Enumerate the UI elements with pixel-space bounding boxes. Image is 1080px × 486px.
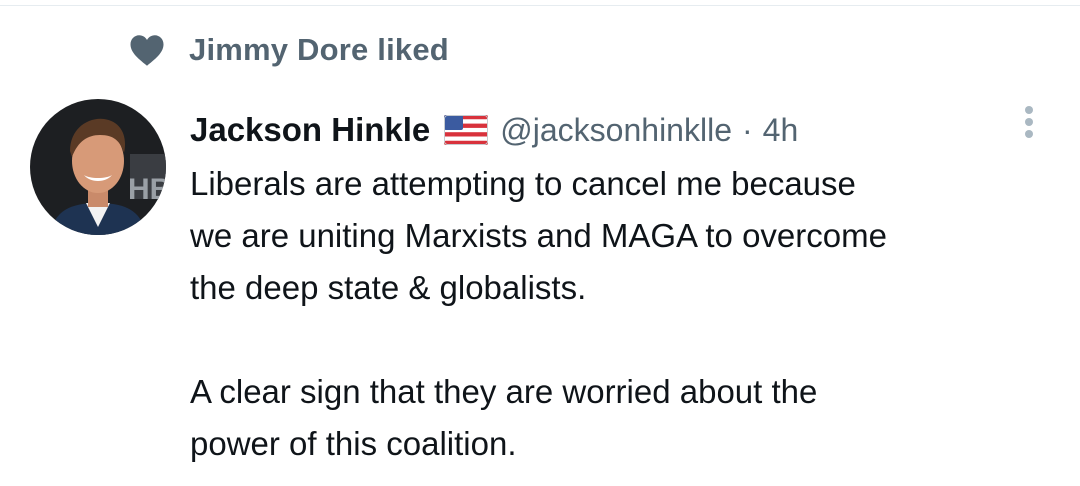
- tweet-line: the deep state & globalists.: [190, 269, 587, 306]
- social-context[interactable]: Jimmy Dore liked: [128, 30, 449, 70]
- more-options-button[interactable]: [1011, 104, 1047, 144]
- top-divider: [0, 5, 1080, 6]
- svg-text:HB: HB: [128, 173, 166, 206]
- social-context-text: Jimmy Dore liked: [189, 32, 449, 67]
- tweet-header: Jackson Hinkle @jacksonhinklle · 4h: [190, 106, 798, 154]
- avatar[interactable]: HB: [30, 99, 166, 235]
- author-handle[interactable]: @jacksonhinklle: [500, 112, 732, 149]
- author-name[interactable]: Jackson Hinkle: [190, 111, 430, 149]
- tweet-line: power of this coalition.: [190, 425, 517, 462]
- tweet-line: Liberals are attempting to cancel me bec…: [190, 165, 856, 202]
- tweet-line: A clear sign that they are worried about…: [190, 373, 818, 410]
- heart-icon: [128, 31, 166, 69]
- tweet-text: Liberals are attempting to cancel me bec…: [190, 158, 1060, 470]
- us-flag-icon: [444, 113, 489, 147]
- tweet-paragraph: Liberals are attempting to cancel me bec…: [190, 158, 1060, 314]
- tweet-line: we are uniting Marxists and MAGA to over…: [190, 217, 887, 254]
- more-vertical-icon: [1023, 104, 1035, 145]
- tweet-paragraph: A clear sign that they are worried about…: [190, 366, 1060, 470]
- timestamp[interactable]: 4h: [763, 112, 799, 149]
- separator-dot: ·: [741, 111, 753, 148]
